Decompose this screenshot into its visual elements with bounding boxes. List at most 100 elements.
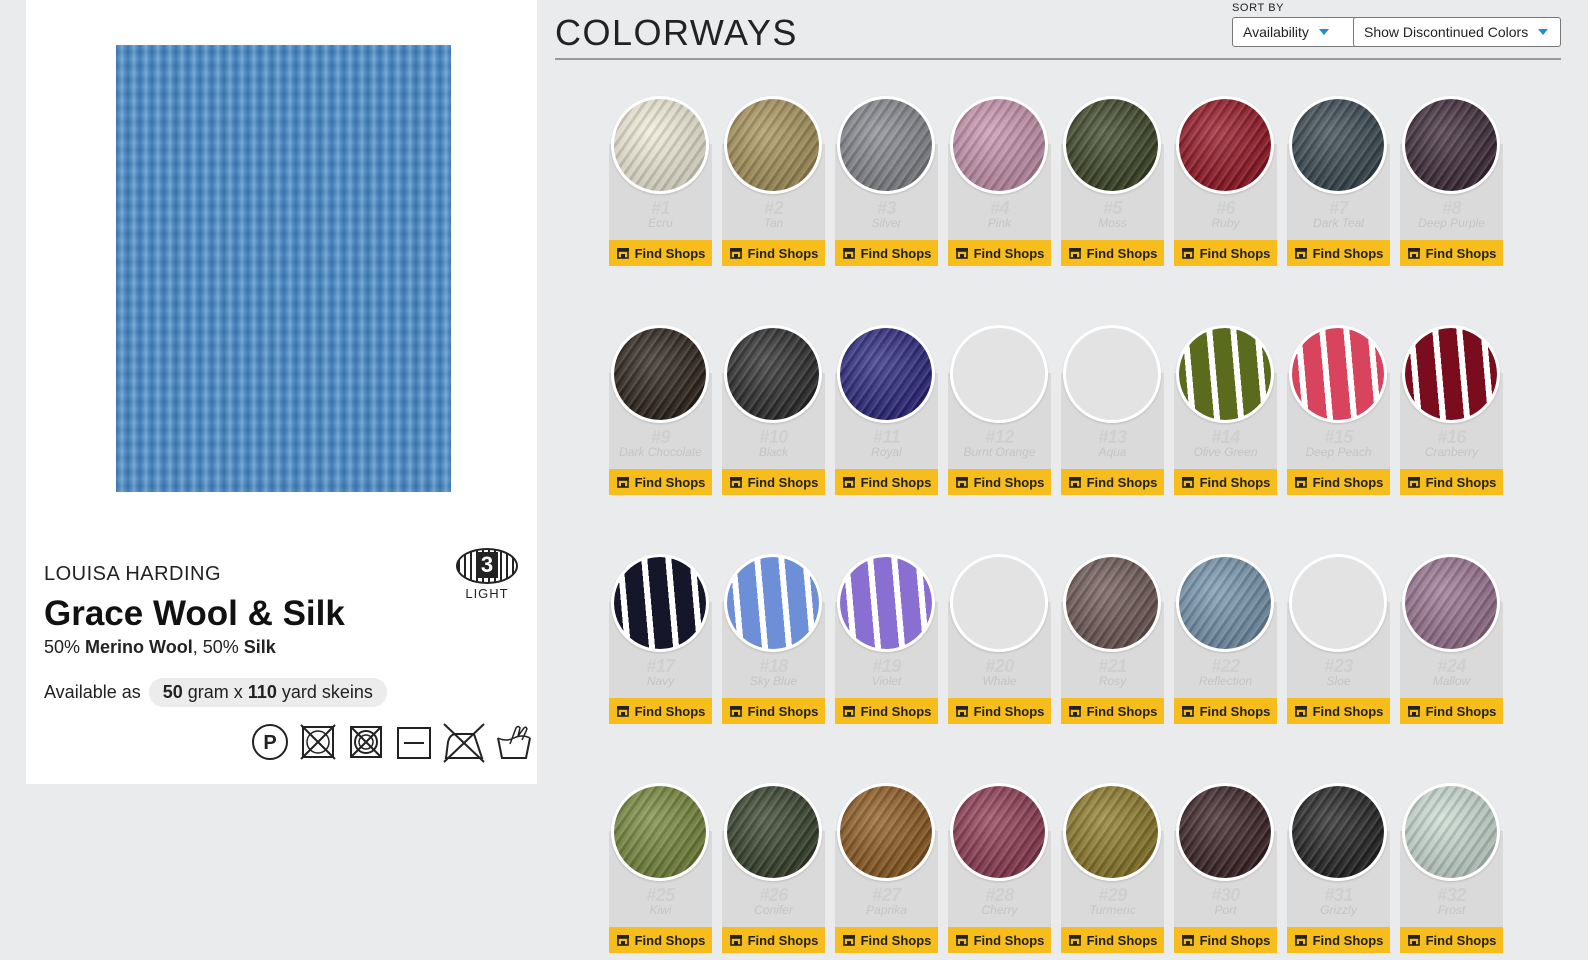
colorway-tile[interactable]: #19 Violet Find Shops xyxy=(835,554,938,726)
find-shops-button[interactable]: Find Shops xyxy=(1400,240,1503,266)
colorway-swatch[interactable] xyxy=(1063,783,1161,881)
colorway-swatch[interactable] xyxy=(950,96,1048,194)
find-shops-button[interactable]: Find Shops xyxy=(722,469,825,495)
find-shops-button[interactable]: Find Shops xyxy=(609,927,712,953)
colorway-tile[interactable]: #15 Deep Peach Find Shops xyxy=(1287,325,1390,497)
colorway-tile[interactable]: #22 Reflection Find Shops xyxy=(1174,554,1277,726)
colorway-tile[interactable]: #28 Cherry Find Shops xyxy=(948,783,1051,955)
colorway-swatch[interactable] xyxy=(724,325,822,423)
find-shops-button[interactable]: Find Shops xyxy=(1061,698,1164,724)
colorway-swatch[interactable] xyxy=(1289,783,1387,881)
colorway-swatch[interactable] xyxy=(611,783,709,881)
product-photo[interactable] xyxy=(116,45,451,492)
colorway-tile[interactable]: #32 Frost Find Shops xyxy=(1400,783,1503,955)
find-shops-button[interactable]: Find Shops xyxy=(609,469,712,495)
colorway-swatch[interactable] xyxy=(611,96,709,194)
colorway-swatch[interactable] xyxy=(950,325,1048,423)
colorway-tile[interactable]: #7 Dark Teal Find Shops xyxy=(1287,96,1390,268)
colorway-swatch[interactable] xyxy=(1289,96,1387,194)
colorway-tile[interactable]: #31 Grizzly Find Shops xyxy=(1287,783,1390,955)
fiber-name-2[interactable]: Silk xyxy=(244,637,276,657)
do-not-machine-wash-icon[interactable] xyxy=(346,722,386,762)
find-shops-button[interactable]: Find Shops xyxy=(948,698,1051,724)
do-not-iron-icon[interactable] xyxy=(442,720,486,764)
colorway-swatch[interactable] xyxy=(1402,554,1500,652)
colorway-tile[interactable]: #24 Mallow Find Shops xyxy=(1400,554,1503,726)
brand-name[interactable]: LOUISA HARDING xyxy=(44,563,221,586)
colorway-swatch[interactable] xyxy=(1402,783,1500,881)
find-shops-button[interactable]: Find Shops xyxy=(1174,240,1277,266)
colorway-swatch[interactable] xyxy=(1176,96,1274,194)
find-shops-button[interactable]: Find Shops xyxy=(1287,927,1390,953)
find-shops-button[interactable]: Find Shops xyxy=(1287,698,1390,724)
colorway-tile[interactable]: #29 Turmeric Find Shops xyxy=(1061,783,1164,955)
colorway-swatch[interactable] xyxy=(950,554,1048,652)
colorway-swatch[interactable] xyxy=(837,96,935,194)
hand-wash-icon[interactable] xyxy=(494,722,534,762)
colorway-swatch[interactable] xyxy=(1063,554,1161,652)
find-shops-button[interactable]: Find Shops xyxy=(835,240,938,266)
colorway-tile[interactable]: #3 Silver Find Shops xyxy=(835,96,938,268)
colorway-tile[interactable]: #10 Black Find Shops xyxy=(722,325,825,497)
colorway-tile[interactable]: #14 Olive Green Find Shops xyxy=(1174,325,1277,497)
colorway-swatch[interactable] xyxy=(837,783,935,881)
colorway-swatch[interactable] xyxy=(724,783,822,881)
colorway-swatch[interactable] xyxy=(1063,325,1161,423)
colorway-tile[interactable]: #20 Whale Find Shops xyxy=(948,554,1051,726)
colorway-tile[interactable]: #18 Sky Blue Find Shops xyxy=(722,554,825,726)
find-shops-button[interactable]: Find Shops xyxy=(1400,469,1503,495)
colorway-swatch[interactable] xyxy=(611,554,709,652)
find-shops-button[interactable]: Find Shops xyxy=(609,240,712,266)
find-shops-button[interactable]: Find Shops xyxy=(835,469,938,495)
colorway-swatch[interactable] xyxy=(724,96,822,194)
colorway-tile[interactable]: #13 Aqua Find Shops xyxy=(1061,325,1164,497)
colorway-tile[interactable]: #26 Conifer Find Shops xyxy=(722,783,825,955)
colorway-tile[interactable]: #4 Pink Find Shops xyxy=(948,96,1051,268)
find-shops-button[interactable]: Find Shops xyxy=(722,240,825,266)
find-shops-button[interactable]: Find Shops xyxy=(1287,240,1390,266)
colorway-tile[interactable]: #8 Deep Purple Find Shops xyxy=(1400,96,1503,268)
colorway-tile[interactable]: #21 Rosy Find Shops xyxy=(1061,554,1164,726)
colorway-swatch[interactable] xyxy=(1176,325,1274,423)
colorway-tile[interactable]: #30 Port Find Shops xyxy=(1174,783,1277,955)
find-shops-button[interactable]: Find Shops xyxy=(1061,469,1164,495)
find-shops-button[interactable]: Find Shops xyxy=(1400,698,1503,724)
discontinued-colors-dropdown[interactable]: Show Discontinued Colors xyxy=(1353,17,1561,47)
dry-flat-icon[interactable] xyxy=(394,722,434,762)
fiber-name-1[interactable]: Merino Wool xyxy=(85,637,193,657)
colorway-tile[interactable]: #16 Cranberry Find Shops xyxy=(1400,325,1503,497)
colorway-swatch[interactable] xyxy=(1402,96,1500,194)
colorway-swatch[interactable] xyxy=(1402,325,1500,423)
colorway-swatch[interactable] xyxy=(950,783,1048,881)
colorway-tile[interactable]: #9 Dark Chocolate Find Shops xyxy=(609,325,712,497)
colorway-swatch[interactable] xyxy=(724,554,822,652)
find-shops-button[interactable]: Find Shops xyxy=(948,927,1051,953)
find-shops-button[interactable]: Find Shops xyxy=(609,698,712,724)
colorway-swatch[interactable] xyxy=(1176,554,1274,652)
find-shops-button[interactable]: Find Shops xyxy=(722,927,825,953)
colorway-tile[interactable]: #5 Moss Find Shops xyxy=(1061,96,1164,268)
find-shops-button[interactable]: Find Shops xyxy=(1287,469,1390,495)
colorway-tile[interactable]: #6 Ruby Find Shops xyxy=(1174,96,1277,268)
colorway-tile[interactable]: #2 Tan Find Shops xyxy=(722,96,825,268)
do-not-tumble-dry-icon[interactable] xyxy=(298,722,338,762)
colorway-tile[interactable]: #17 Navy Find Shops xyxy=(609,554,712,726)
find-shops-button[interactable]: Find Shops xyxy=(835,927,938,953)
colorway-tile[interactable]: #25 Kiwi Find Shops xyxy=(609,783,712,955)
sort-by-dropdown[interactable]: Availability xyxy=(1232,17,1368,47)
colorway-tile[interactable]: #1 Ecru Find Shops xyxy=(609,96,712,268)
colorway-tile[interactable]: #12 Burnt Orange Find Shops xyxy=(948,325,1051,497)
colorway-swatch[interactable] xyxy=(1289,554,1387,652)
find-shops-button[interactable]: Find Shops xyxy=(835,698,938,724)
colorway-swatch[interactable] xyxy=(1063,96,1161,194)
colorway-swatch[interactable] xyxy=(1176,783,1274,881)
find-shops-button[interactable]: Find Shops xyxy=(1061,927,1164,953)
find-shops-button[interactable]: Find Shops xyxy=(948,469,1051,495)
colorway-tile[interactable]: #11 Royal Find Shops xyxy=(835,325,938,497)
colorway-swatch[interactable] xyxy=(1289,325,1387,423)
find-shops-button[interactable]: Find Shops xyxy=(1400,927,1503,953)
colorway-swatch[interactable] xyxy=(837,554,935,652)
colorway-tile[interactable]: #23 Sloe Find Shops xyxy=(1287,554,1390,726)
find-shops-button[interactable]: Find Shops xyxy=(1174,698,1277,724)
find-shops-button[interactable]: Find Shops xyxy=(1174,469,1277,495)
